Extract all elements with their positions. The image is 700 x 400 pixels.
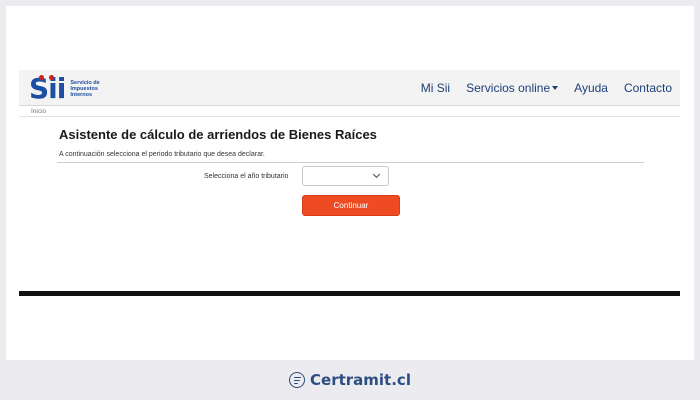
sii-logo[interactable]: Sii Servicio de Impuestos Internos [29, 75, 100, 103]
chevron-down-icon [372, 170, 381, 179]
watermark-footer: Certramit.cl [0, 360, 700, 400]
year-select-label: Selecciona el año tributario [204, 173, 289, 180]
section-divider [57, 162, 644, 163]
caret-down-icon [552, 86, 559, 90]
year-select[interactable] [302, 166, 389, 186]
nav-item-servicios-online[interactable]: Servicios online [466, 81, 559, 95]
logo-mark: Sii [29, 72, 66, 105]
page-title: Asistente de cálculo de arriendos de Bie… [59, 127, 377, 142]
breadcrumb-inicio[interactable]: Inicio [31, 108, 46, 115]
logo-text: Servicio de Impuestos Internos [70, 80, 99, 98]
list-circle-icon [289, 372, 306, 388]
nav-item-mi-sii[interactable]: Mi Sii [421, 81, 450, 95]
page-bottom-bar [19, 291, 680, 296]
sii-page: Sii Servicio de Impuestos Internos Mi Si… [19, 70, 680, 296]
continue-button[interactable]: Continuar [302, 195, 400, 216]
nav-item-ayuda[interactable]: Ayuda [574, 81, 608, 95]
nav-item-contacto[interactable]: Contacto [624, 81, 672, 95]
top-navbar: Sii Servicio de Impuestos Internos Mi Si… [19, 70, 680, 106]
logo-dot-icon [39, 75, 44, 80]
brand-name: Certramit.cl [310, 371, 411, 389]
instructions-text: A continuación selecciona el periodo tri… [59, 151, 265, 158]
breadcrumb-divider [19, 116, 680, 117]
logo-line: Internos [70, 92, 93, 98]
logo-dot-icon [49, 75, 54, 80]
main-nav: Mi Sii Servicios online Ayuda Contacto [421, 81, 672, 95]
